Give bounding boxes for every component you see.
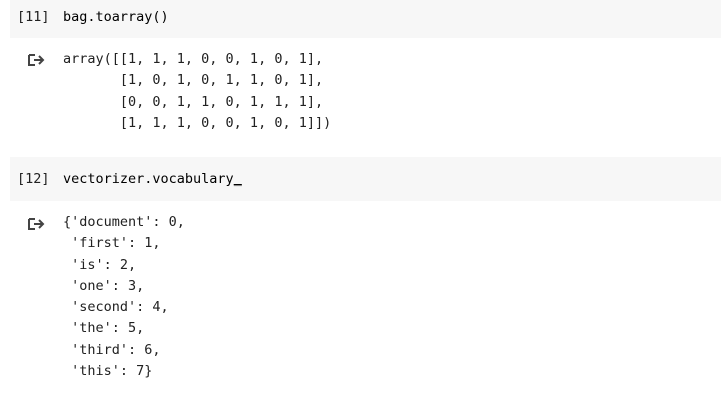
code-input-11[interactable]: bag.toarray() (63, 8, 169, 26)
execution-count-11: [11] (17, 9, 50, 25)
code-text-12: vectorizer.vocabulary (63, 171, 234, 187)
text-cursor: _ (233, 171, 242, 187)
output-12: {'document': 0, 'first': 1, 'is': 2, 'on… (63, 214, 185, 380)
code-input-12[interactable]: vectorizer.vocabulary_ (63, 170, 242, 188)
output-redirect-icon (28, 218, 45, 230)
output-redirect-icon (28, 54, 45, 66)
output-11: array([[1, 1, 1, 0, 0, 1, 0, 1], [1, 0, … (63, 51, 332, 131)
execution-count-12: [12] (17, 171, 50, 187)
